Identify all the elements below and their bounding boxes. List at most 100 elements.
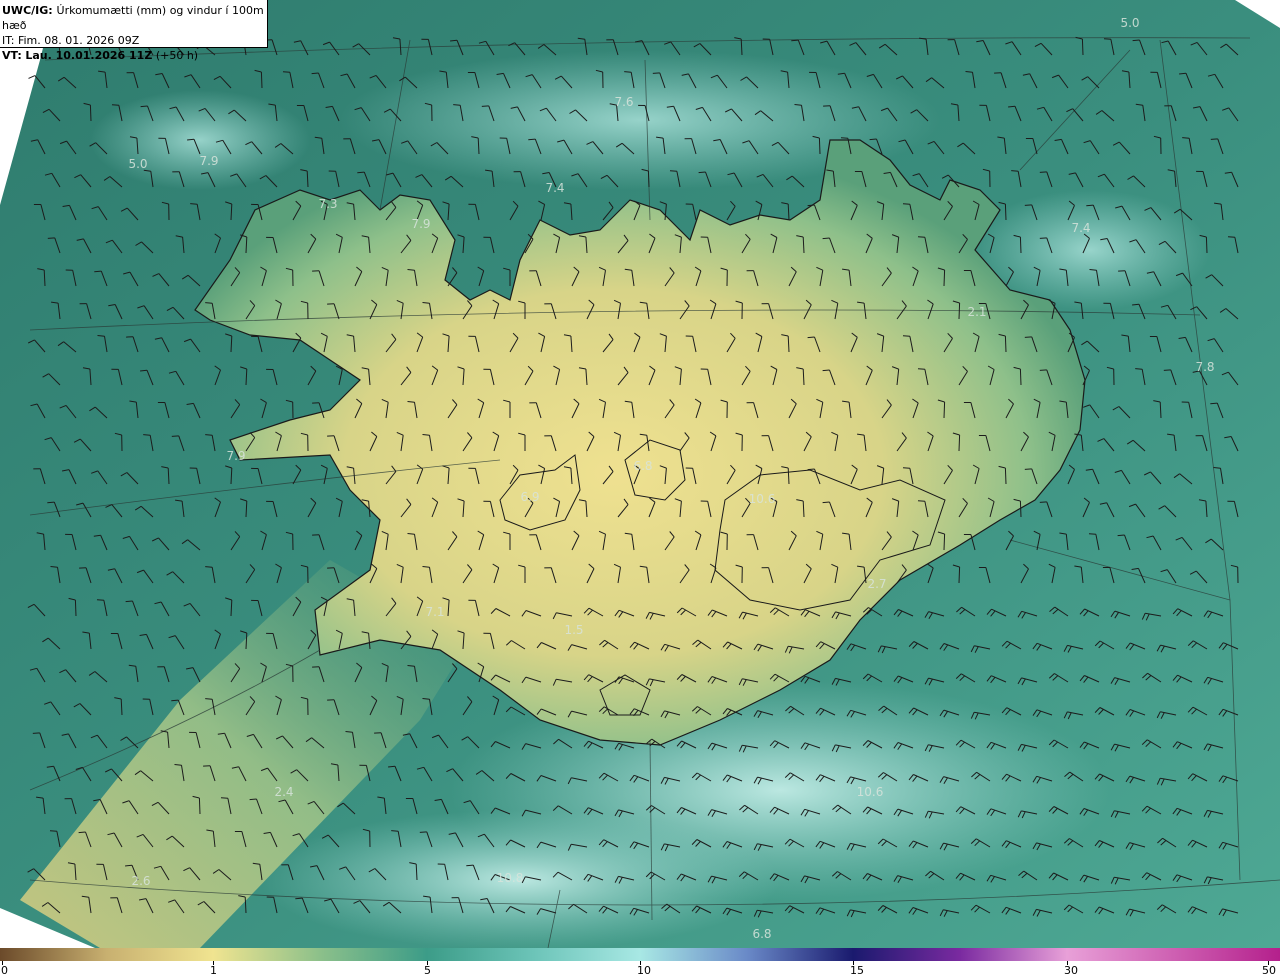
wind-barb-feather xyxy=(822,501,830,504)
wind-barb-feather xyxy=(1213,467,1221,469)
wind-barb-shaft xyxy=(1019,368,1022,386)
map-value-label: 7.6 xyxy=(614,95,633,109)
colorbar-segment xyxy=(0,948,213,961)
map-value-label: 2.6 xyxy=(131,874,150,888)
wind-barb-shaft xyxy=(958,302,961,320)
wind-barb-feather xyxy=(391,830,399,832)
wind-barb-feather xyxy=(807,336,815,339)
wind-barb-feather xyxy=(174,764,182,766)
wind-barb-feather xyxy=(1135,368,1143,370)
map-value-label: 10.6 xyxy=(749,492,776,506)
wind-barb-feather xyxy=(624,71,632,73)
lead-time: (+50 h) xyxy=(155,49,199,62)
wind-barb-feather xyxy=(125,600,133,603)
wind-barb-feather xyxy=(171,699,179,702)
colorbar: 0 1 5 10 15 30 50 xyxy=(0,948,1280,978)
wind-barb-feather xyxy=(1132,39,1140,42)
map-value-label: 6.9 xyxy=(520,490,539,504)
wind-barb-feather xyxy=(357,171,365,174)
product-code: UWC/IG: xyxy=(2,4,53,17)
wind-barb-feather xyxy=(822,369,830,372)
wind-barb-feather xyxy=(791,39,799,42)
wind-barb-feather xyxy=(902,335,910,337)
wind-barb-feather xyxy=(1117,534,1125,537)
wind-barb-shaft xyxy=(1081,38,1084,56)
valid-time: Lau. 10.01.2026 11Z xyxy=(25,49,153,62)
wind-barb-feather xyxy=(669,170,677,172)
wind-barb-feather xyxy=(1039,501,1047,503)
wind-barb-shaft xyxy=(1205,236,1208,254)
wind-barb-feather xyxy=(481,105,489,107)
wind-barb-shaft xyxy=(1004,203,1007,221)
wind-barb-feather xyxy=(407,533,415,535)
nw-precip-band xyxy=(90,90,310,190)
map-value-label: 7.4 xyxy=(1071,221,1090,235)
wind-barb-feather xyxy=(840,137,848,139)
wind-barb-feather xyxy=(794,104,802,106)
wind-barb-feather xyxy=(407,665,415,667)
colorbar-segment xyxy=(213,948,427,961)
wind-barb-feather xyxy=(917,236,925,238)
wind-barb-shaft xyxy=(198,797,201,815)
wind-barb-feather xyxy=(1103,38,1111,40)
colorbar-tick-label: 30 xyxy=(1064,964,1078,977)
wind-barb-feather xyxy=(422,698,430,700)
wind-barb-feather xyxy=(47,237,55,239)
wind-barb-feather xyxy=(190,203,198,205)
colorbar-segment xyxy=(853,948,1067,961)
wind-barb-feather xyxy=(47,501,55,504)
wind-barb-shaft xyxy=(943,269,946,287)
wind-barb-feather xyxy=(528,138,536,141)
title-line: UWC/IG: Úrkomumætti (mm) og vindur í 100… xyxy=(2,3,267,33)
wind-barb-feather xyxy=(143,434,151,436)
wind-barb-feather xyxy=(807,468,815,471)
wind-barb-feather xyxy=(869,138,877,141)
precipitation-wind-map: 5.0 7.6 5.0 7.9 7.4 7.3 7.9 7.4 7.8 2.1 7.9 6.9 6.8 1… xyxy=(0,0,1280,948)
wind-barb-feather xyxy=(111,104,119,106)
map-value-label: 7.3 xyxy=(318,197,337,211)
wind-barb-feather xyxy=(902,467,910,469)
wind-barb-shaft xyxy=(943,401,946,419)
wind-barb-feather xyxy=(407,269,415,271)
wind-barb-feather xyxy=(78,831,86,834)
wind-barb-feather xyxy=(32,732,40,734)
wind-barb-feather xyxy=(1182,137,1190,139)
wind-barb-feather xyxy=(97,335,105,337)
wind-barb-feather xyxy=(220,797,228,799)
wind-barb-shaft xyxy=(647,170,650,188)
wind-barb-feather xyxy=(311,72,319,75)
wind-barb-feather xyxy=(1039,171,1047,173)
wind-barb-feather xyxy=(345,731,353,733)
colorbar-segment xyxy=(1067,948,1280,961)
wind-barb-feather xyxy=(917,368,925,370)
wind-barb-feather xyxy=(1024,336,1032,338)
wind-barb-feather xyxy=(917,500,925,502)
map-value-label: 2.1 xyxy=(967,305,986,319)
wind-barb-shaft xyxy=(260,71,263,89)
init-time: IT: Fim. 08. 01. 2026 09Z xyxy=(2,34,140,47)
wind-barb-shaft xyxy=(74,599,77,617)
colorbar-tick-label: 50 xyxy=(1262,964,1276,977)
wind-barb-shaft xyxy=(943,533,946,551)
wind-barb-feather xyxy=(1024,204,1032,206)
wind-barb-feather xyxy=(205,434,213,436)
map-value-label: 7.4 xyxy=(545,181,564,195)
valid-time-line: VT: Lau. 10.01.2026 11Z (+50 h) xyxy=(2,48,267,63)
wind-barb-feather xyxy=(1227,236,1235,238)
wind-barb-feather xyxy=(140,105,148,108)
map-title-box: UWC/IG: Úrkomumætti (mm) og vindur í 100… xyxy=(0,0,268,62)
map-value-label: 1.5 xyxy=(564,623,583,637)
wind-barb-shaft xyxy=(1004,335,1007,353)
wind-barb-feather xyxy=(282,71,290,73)
wind-barb-feather xyxy=(205,302,213,304)
wind-barb-feather xyxy=(1024,468,1032,470)
colorbar-tick-label: 5 xyxy=(424,964,431,977)
map-value-label: 7.9 xyxy=(411,217,430,231)
wind-barb-feather xyxy=(407,401,415,403)
wind-barb-feather xyxy=(1039,237,1047,239)
wind-barb-feather xyxy=(94,270,102,273)
wind-barb-feather xyxy=(652,72,660,74)
wind-barb-feather xyxy=(419,831,427,833)
wind-barb-feather xyxy=(698,171,706,174)
colorbar-tick-label: 15 xyxy=(850,964,864,977)
